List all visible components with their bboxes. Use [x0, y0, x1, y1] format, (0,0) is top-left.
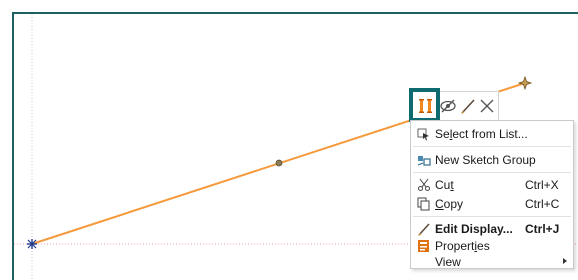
properties-icon: [417, 239, 431, 253]
menu-item-new-sketch-group[interactable]: New Sketch Group: [411, 150, 573, 170]
line-endpoint-icon[interactable]: [517, 75, 533, 91]
menu-item-cut[interactable]: Cut Ctrl+X: [411, 175, 573, 195]
menu-item-view[interactable]: View: [411, 252, 573, 272]
edit-dimensions-icon[interactable]: [415, 95, 437, 117]
context-menu: Select from List... New Sketch Group Cut…: [410, 120, 574, 269]
select-list-icon: [417, 127, 431, 141]
menu-item-select-from-list[interactable]: Select from List...: [411, 124, 573, 144]
graphics-window[interactable]: Select from List... New Sketch Group Cut…: [0, 0, 578, 280]
delete-icon[interactable]: [476, 95, 498, 117]
menu-item-shortcut: Ctrl+C: [525, 197, 560, 211]
menu-separator: [413, 172, 571, 173]
copy-icon: [417, 197, 431, 211]
scissors-icon: [417, 178, 431, 192]
menu-item-shortcut: Ctrl+J: [525, 222, 560, 236]
submenu-arrow-icon: [563, 258, 567, 264]
menu-item-label: Select from List...: [435, 127, 528, 141]
brush-icon: [417, 222, 431, 236]
sketch-line-midpoint[interactable]: [275, 159, 283, 167]
menu-separator: [413, 146, 571, 147]
hide-icon[interactable]: [437, 95, 459, 117]
menu-item-label: Properties: [435, 239, 490, 253]
menu-item-label: Copy: [435, 197, 464, 211]
origin-point-icon[interactable]: [27, 239, 37, 249]
menu-item-label: Cut: [435, 178, 454, 192]
sketch-group-icon: [417, 153, 431, 167]
mini-toolbar: [412, 91, 499, 121]
menu-item-label: Edit Display...: [435, 222, 513, 236]
menu-item-shortcut: Ctrl+X: [525, 178, 559, 192]
menu-item-label: View: [435, 255, 461, 269]
menu-separator: [413, 216, 571, 217]
menu-item-label: New Sketch Group: [435, 153, 536, 167]
menu-item-copy[interactable]: Copy Ctrl+C: [411, 194, 573, 214]
